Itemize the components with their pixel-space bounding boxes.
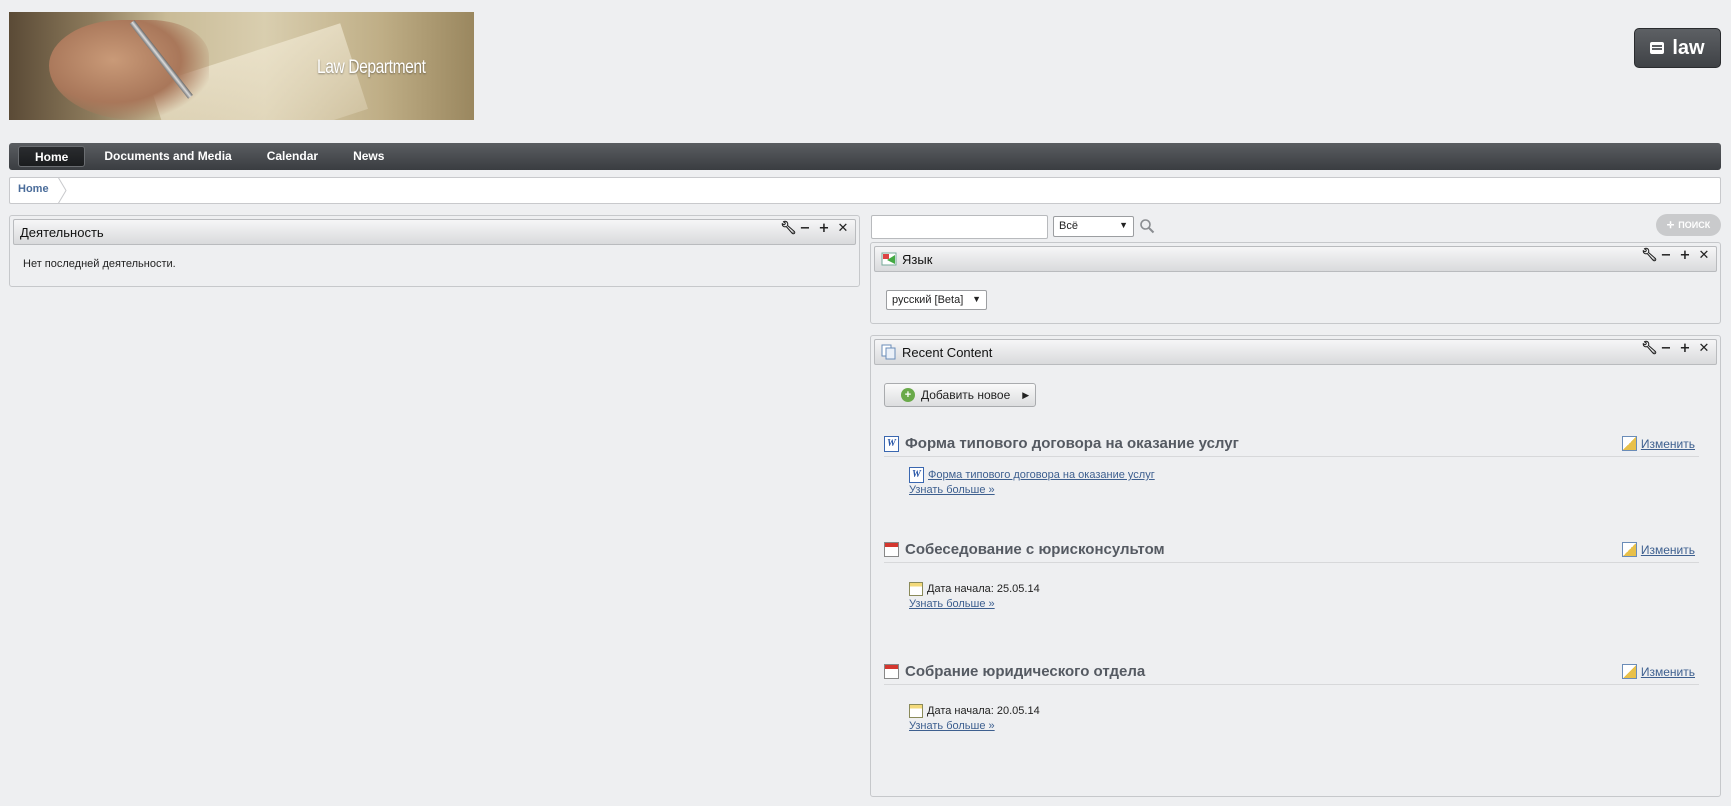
word-document-icon: W bbox=[884, 435, 899, 452]
close-icon[interactable]: ✕ bbox=[1698, 341, 1710, 356]
close-icon[interactable]: ✕ bbox=[837, 221, 849, 236]
schedule-icon bbox=[909, 582, 923, 596]
edit-label: Изменить bbox=[1640, 436, 1695, 451]
breadcrumb-separator-icon bbox=[57, 177, 67, 204]
language-portlet-title: Язык bbox=[902, 251, 933, 267]
entry-detail: Дата начала: 20.05.14 Узнать больше » bbox=[909, 703, 1699, 732]
maximize-icon[interactable]: + bbox=[1679, 248, 1691, 263]
edit-link[interactable]: Изменить bbox=[1621, 542, 1695, 557]
activity-portlet: Деятельность 🔧︎ − + ✕ Нет последней деят… bbox=[9, 215, 860, 287]
language-portlet-header: Язык bbox=[874, 246, 1717, 272]
read-more-link[interactable]: Узнать больше » bbox=[909, 720, 1699, 732]
recent-entry: Собрание юридического отдела Изменить Да… bbox=[884, 662, 1699, 732]
entry-title-row: Собеседование с юрисконсультом bbox=[884, 540, 1699, 563]
entry-title[interactable]: Форма типового договора на оказание услу… bbox=[905, 435, 1239, 452]
site-list-icon bbox=[1650, 42, 1665, 54]
search-scope-select[interactable]: Всё ▼ bbox=[1053, 216, 1134, 237]
documents-icon bbox=[881, 344, 896, 360]
calendar-icon bbox=[884, 542, 899, 557]
nav-item-news[interactable]: News bbox=[337, 146, 400, 167]
language-flag-icon bbox=[881, 252, 897, 266]
activity-empty-message: Нет последней деятельности. bbox=[23, 258, 176, 270]
main-navigation: Home Documents and Media Calendar News bbox=[9, 143, 1721, 170]
language-selected-value: русский [Beta] bbox=[892, 294, 964, 306]
event-start-date: Дата начала: 25.05.14 bbox=[927, 583, 1040, 595]
activity-portlet-header: Деятельность bbox=[13, 219, 856, 245]
breadcrumb-home[interactable]: Home bbox=[18, 183, 49, 195]
banner-title: Law Department bbox=[317, 57, 426, 78]
entry-title[interactable]: Собрание юридического отдела bbox=[905, 663, 1145, 680]
search-toggle-label: ПОИСК bbox=[1678, 220, 1711, 230]
site-button[interactable]: law bbox=[1634, 28, 1721, 68]
edit-link[interactable]: Изменить bbox=[1621, 436, 1695, 451]
entry-title-row: W Форма типового договора на оказание ус… bbox=[884, 434, 1699, 457]
wrench-icon[interactable]: 🔧︎ bbox=[1641, 341, 1658, 356]
recent-entry: Собеседование с юрисконсультом Изменить … bbox=[884, 540, 1699, 610]
wrench-icon[interactable]: 🔧︎ bbox=[1641, 248, 1658, 263]
breadcrumb: Home bbox=[9, 177, 1721, 204]
search-icon[interactable] bbox=[1139, 218, 1155, 234]
activity-portlet-tools: 🔧︎ − + ✕ bbox=[780, 221, 849, 236]
edit-label: Изменить bbox=[1640, 542, 1695, 557]
minimize-icon[interactable]: − bbox=[1660, 341, 1672, 356]
edit-link[interactable]: Изменить bbox=[1621, 664, 1695, 679]
entry-title-row: Собрание юридического отдела bbox=[884, 662, 1699, 685]
nav-item-home[interactable]: Home bbox=[18, 146, 86, 167]
nav-item-calendar[interactable]: Calendar bbox=[251, 146, 334, 167]
schedule-icon bbox=[909, 704, 923, 718]
recent-content-portlet-header: Recent Content bbox=[874, 339, 1717, 365]
entry-title[interactable]: Собеседование с юрисконсультом bbox=[905, 541, 1165, 558]
site-button-label: law bbox=[1672, 36, 1705, 59]
minimize-icon[interactable]: − bbox=[799, 221, 811, 236]
entry-detail: Дата начала: 25.05.14 Узнать больше » bbox=[909, 581, 1699, 610]
add-new-button[interactable]: + Добавить новое ▶ bbox=[884, 383, 1036, 407]
maximize-icon[interactable]: + bbox=[818, 221, 830, 236]
search-toggle-button[interactable]: ✛ ПОИСК bbox=[1656, 214, 1721, 236]
edit-icon bbox=[1621, 542, 1637, 557]
maximize-icon[interactable]: + bbox=[1679, 341, 1691, 356]
recent-content-portlet-title: Recent Content bbox=[902, 344, 993, 360]
wrench-icon[interactable]: 🔧︎ bbox=[780, 221, 797, 236]
menu-arrow-icon: ▶ bbox=[1022, 389, 1030, 400]
recent-content-portlet-tools: 🔧︎ − + ✕ bbox=[1641, 341, 1710, 356]
close-icon[interactable]: ✕ bbox=[1698, 248, 1710, 263]
dropdown-arrow-icon: ▼ bbox=[972, 294, 981, 304]
move-icon: ✛ bbox=[1666, 219, 1675, 230]
search-input[interactable] bbox=[871, 215, 1048, 239]
edit-label: Изменить bbox=[1640, 664, 1695, 679]
event-start-date: Дата начала: 20.05.14 bbox=[927, 705, 1040, 717]
edit-icon bbox=[1621, 664, 1637, 679]
calendar-icon bbox=[884, 664, 899, 679]
activity-portlet-title: Деятельность bbox=[20, 224, 104, 240]
add-icon: + bbox=[901, 388, 915, 402]
language-select[interactable]: русский [Beta] ▼ bbox=[886, 290, 987, 310]
read-more-link[interactable]: Узнать больше » bbox=[909, 484, 1699, 496]
banner-hand bbox=[49, 20, 209, 120]
word-document-icon: W bbox=[909, 467, 924, 483]
read-more-link[interactable]: Узнать больше » bbox=[909, 598, 1699, 610]
law-department-banner: Law Department bbox=[9, 12, 474, 120]
edit-icon bbox=[1621, 436, 1637, 451]
language-portlet-tools: 🔧︎ − + ✕ bbox=[1641, 248, 1710, 263]
language-portlet: Язык 🔧︎ − + ✕ русский [Beta] ▼ bbox=[870, 242, 1721, 324]
search-scope-value: Всё bbox=[1059, 220, 1078, 232]
nav-item-documents-and-media[interactable]: Documents and Media bbox=[88, 146, 247, 167]
entry-detail: W Форма типового договора на оказание ус… bbox=[909, 467, 1699, 496]
dropdown-arrow-icon: ▼ bbox=[1119, 220, 1128, 230]
recent-content-portlet: Recent Content 🔧︎ − + ✕ + Добавить новое… bbox=[870, 335, 1721, 797]
minimize-icon[interactable]: − bbox=[1660, 248, 1672, 263]
document-link[interactable]: Форма типового договора на оказание услу… bbox=[928, 469, 1155, 481]
add-new-label: Добавить новое bbox=[921, 388, 1011, 402]
recent-entry: W Форма типового договора на оказание ус… bbox=[884, 434, 1699, 496]
